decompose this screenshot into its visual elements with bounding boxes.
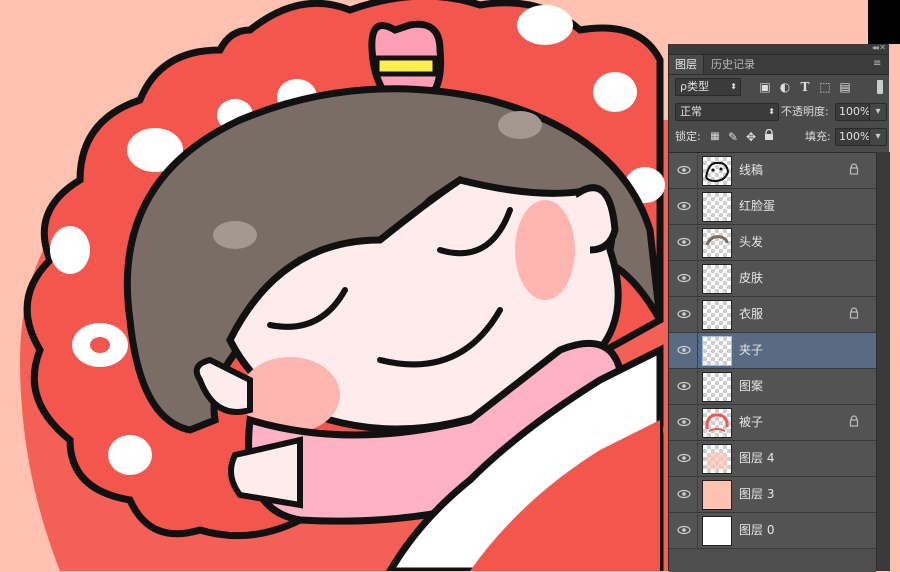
opacity-input[interactable]: 100% <box>835 103 870 121</box>
layer-thumbnail <box>702 228 732 258</box>
filter-adjustment-layer-icon[interactable]: ◐ <box>777 79 793 95</box>
blend-mode-select[interactable]: 正常 ⬍ <box>675 103 779 121</box>
visibility-eye-icon[interactable] <box>677 524 691 536</box>
layer-row-layer-0[interactable]: 图层 0 <box>669 513 876 549</box>
layer-thumbnail <box>702 336 732 366</box>
visibility-eye-icon[interactable] <box>677 164 691 176</box>
layer-name: 红脸蛋 <box>739 199 776 213</box>
layer-name: 线稿 <box>739 163 764 177</box>
layer-name: 被子 <box>739 415 764 429</box>
layer-thumbnail <box>702 408 732 438</box>
dropdown-arrows-icon: ⬍ <box>768 107 775 116</box>
filter-pixel-layer-icon[interactable]: ▣ <box>757 79 773 95</box>
visibility-eye-icon[interactable] <box>677 236 691 248</box>
visibility-eye-icon[interactable] <box>677 200 691 212</box>
layer-row-hair[interactable]: 头发 <box>669 225 876 261</box>
layer-row-clothes[interactable]: 衣服 <box>669 297 876 333</box>
layer-row-layer-3[interactable]: 图层 3 <box>669 477 876 513</box>
layer-name: 皮肤 <box>739 271 764 285</box>
panel-tabbar: 图层 历史记录 ≡ <box>669 55 889 75</box>
visibility-eye-icon[interactable] <box>677 452 691 464</box>
dropdown-arrows-icon: ⬍ <box>730 82 737 91</box>
lock-transparent-pixels-icon[interactable]: ▦ <box>707 129 723 145</box>
layers-panel: ◂◂ ✕ 图层 历史记录 ≡ ρ类型 ⬍ ▣ ◐ T ⬚ ▤ 正常 ⬍ 不透明度… <box>668 43 890 572</box>
tab-history[interactable]: 历史记录 <box>705 55 761 74</box>
layer-name: 图层 4 <box>739 451 775 465</box>
visibility-eye-icon[interactable] <box>677 308 691 320</box>
collapse-double-chevron-icon[interactable]: ◂◂ ✕ <box>872 43 886 53</box>
layer-row-clip[interactable]: 夹子 <box>669 333 876 369</box>
lock-all-padlock-icon[interactable] <box>761 128 777 145</box>
fill-input[interactable]: 100% <box>835 128 870 146</box>
filter-toggle-switch[interactable] <box>877 80 883 94</box>
layer-thumbnail <box>702 192 732 222</box>
filter-kind-label: ρ类型 <box>680 80 709 93</box>
layer-row-skin[interactable]: 皮肤 <box>669 261 876 297</box>
layer-thumbnail <box>702 300 732 330</box>
filter-type-layer-icon[interactable]: T <box>797 79 813 95</box>
layer-name: 头发 <box>739 235 764 249</box>
layer-row-red-cheeks[interactable]: 红脸蛋 <box>669 189 876 225</box>
layer-name: 图层 3 <box>739 487 775 501</box>
layer-list-scrollbar[interactable] <box>876 152 890 571</box>
layer-list: 线稿 红脸蛋 头发 皮肤 衣服 夹子 图案 被子 图层 4 图层 3 图层 0 <box>669 152 876 572</box>
filter-row: ρ类型 ⬍ ▣ ◐ T ⬚ ▤ <box>669 74 889 100</box>
layer-row-blanket[interactable]: 被子 <box>669 405 876 441</box>
tab-layers[interactable]: 图层 <box>669 55 704 74</box>
layer-thumbnail <box>702 516 732 546</box>
lock-image-pixels-brush-icon[interactable]: ✎ <box>725 129 741 145</box>
layer-name: 衣服 <box>739 307 764 321</box>
layer-thumbnail <box>702 264 732 294</box>
visibility-eye-icon[interactable] <box>677 344 691 356</box>
visibility-eye-icon[interactable] <box>677 380 691 392</box>
window-edge <box>868 0 900 44</box>
lock-row: 锁定: ▦ ✎ ✥ 填充: 100% ▾ <box>669 126 889 150</box>
layer-thumbnail <box>702 372 732 402</box>
layer-row-lineart[interactable]: 线稿 <box>669 153 876 189</box>
visibility-eye-icon[interactable] <box>677 272 691 284</box>
layer-thumbnail <box>702 444 732 474</box>
layer-name: 夹子 <box>739 343 764 357</box>
visibility-eye-icon[interactable] <box>677 416 691 428</box>
lock-label: 锁定: <box>675 130 701 143</box>
layer-row-layer-4[interactable]: 图层 4 <box>669 441 876 477</box>
filter-smart-object-icon[interactable]: ▤ <box>837 79 853 95</box>
panel-title-bar[interactable]: ◂◂ ✕ <box>669 43 889 55</box>
layer-thumbnail <box>702 480 732 510</box>
opacity-label: 不透明度: <box>781 105 829 118</box>
blend-mode-value: 正常 <box>680 105 702 118</box>
layer-lock-icon <box>849 415 859 427</box>
layer-lock-icon <box>849 163 859 175</box>
layer-lock-icon <box>849 307 859 319</box>
lock-position-move-icon[interactable]: ✥ <box>743 129 759 145</box>
layer-name: 图层 0 <box>739 523 775 537</box>
layer-name: 图案 <box>739 379 764 393</box>
layer-thumbnail <box>702 156 732 186</box>
opacity-dropdown-icon[interactable]: ▾ <box>869 103 887 121</box>
fill-dropdown-icon[interactable]: ▾ <box>869 128 887 146</box>
layer-row-pattern[interactable]: 图案 <box>669 369 876 405</box>
panel-menu-icon[interactable]: ≡ <box>873 58 883 70</box>
filter-kind-select[interactable]: ρ类型 ⬍ <box>675 78 741 96</box>
filter-shape-layer-icon[interactable]: ⬚ <box>817 79 833 95</box>
blend-row: 正常 ⬍ 不透明度: 100% ▾ <box>669 100 889 124</box>
visibility-eye-icon[interactable] <box>677 488 691 500</box>
fill-label: 填充: <box>805 130 831 143</box>
